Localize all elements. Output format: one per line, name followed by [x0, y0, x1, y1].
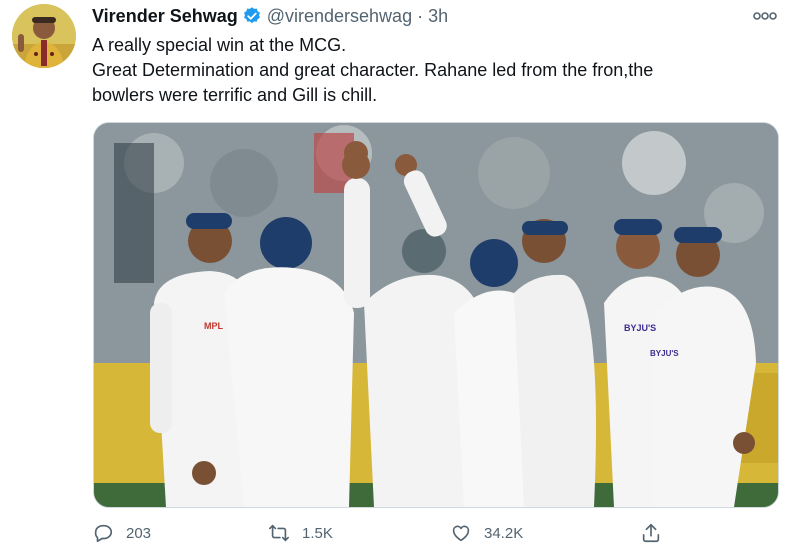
tweet-card: Virender Sehwag @virendersehwag · 3h A r… [0, 0, 800, 552]
avatar-image [12, 4, 76, 68]
tweet-photo[interactable]: MPL BYJU'S BYJU'S [93, 122, 779, 508]
team-celebration-photo [94, 123, 778, 507]
retweet-button[interactable]: 1.5K [268, 516, 333, 550]
verified-badge-icon [243, 7, 260, 24]
retweet-icon [269, 524, 289, 542]
author-name[interactable]: Virender Sehwag [92, 6, 238, 27]
reply-button[interactable]: 203 [92, 516, 151, 550]
heart-icon [452, 525, 470, 542]
like-button[interactable]: 34.2K [450, 516, 523, 550]
tweet-header: Virender Sehwag @virendersehwag · 3h [92, 4, 448, 28]
separator-dot: · [417, 5, 424, 26]
author-handle[interactable]: @virendersehwag [267, 6, 412, 27]
more-options-icon[interactable] [752, 9, 778, 23]
tweet-text-line: A really special win at the MCG. [92, 35, 347, 55]
tweet-text-line: bowlers were terrific and Gill is chill. [92, 85, 378, 105]
avatar[interactable] [12, 4, 76, 68]
share-icon [642, 523, 660, 543]
reply-count: 203 [126, 524, 152, 542]
share-button[interactable] [640, 516, 662, 550]
tweet-text: A really special win at the MCG. Great D… [92, 33, 762, 108]
jersey-sponsor-text: MPL [204, 321, 223, 331]
reply-icon [94, 524, 113, 543]
tweet-timestamp[interactable]: 3h [428, 6, 448, 27]
tweet-text-line: Great Determination and great character.… [92, 60, 654, 80]
jersey-sponsor-text: BYJU'S [650, 349, 679, 358]
like-count: 34.2K [484, 524, 524, 542]
jersey-sponsor-text: BYJU'S [624, 323, 657, 333]
retweet-count: 1.5K [302, 524, 333, 542]
tweet-actions: 203 1.5K 34.2K [92, 516, 672, 550]
